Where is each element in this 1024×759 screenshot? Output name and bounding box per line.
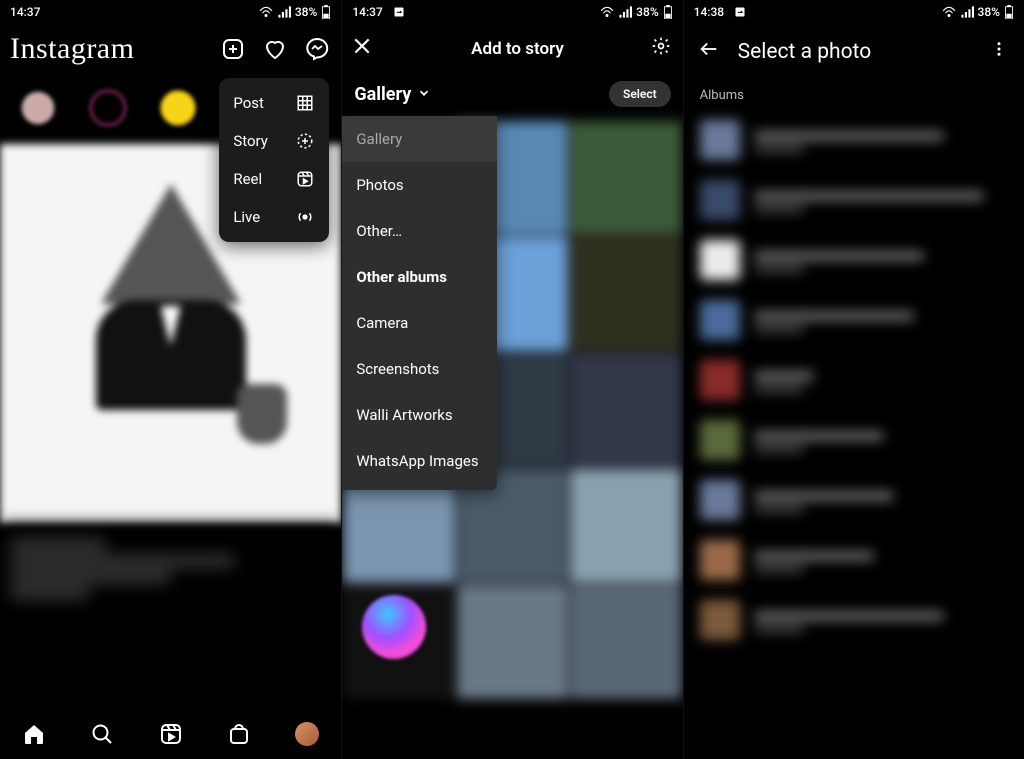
battery-icon	[663, 5, 673, 19]
album-row[interactable]	[684, 470, 1024, 530]
album-row[interactable]	[684, 290, 1024, 350]
gallery-label: Gallery	[354, 84, 411, 105]
screen-instagram-home: 14:37 38% Instagram	[0, 0, 341, 759]
nav-reels-icon[interactable]	[158, 721, 184, 747]
page-title: Select a photo	[738, 40, 990, 64]
battery-label: 38%	[295, 5, 317, 19]
gallery-dropdown-trigger[interactable]: Gallery	[354, 84, 431, 105]
album-item-photos[interactable]: Photos	[342, 162, 497, 208]
create-icon[interactable]	[219, 35, 247, 63]
screen-select-photo: 14:38 38% Select a photo Albums	[683, 0, 1024, 759]
album-row[interactable]	[684, 590, 1024, 650]
create-menu-reel[interactable]: Reel	[219, 160, 329, 198]
instagram-logo: Instagram	[10, 32, 134, 66]
page-title: Add to story	[394, 39, 640, 59]
album-dropdown: Gallery Photos Other… Other albums Camer…	[342, 116, 497, 490]
nav-profile-avatar[interactable]	[294, 721, 320, 747]
signal-icon	[960, 6, 974, 18]
new-story-icon	[295, 132, 315, 150]
screenshot-indicator-icon	[393, 6, 405, 18]
status-bar: 14:37 38%	[0, 0, 341, 24]
album-item-camera[interactable]: Camera	[342, 300, 497, 346]
battery-label: 38%	[978, 5, 1000, 19]
album-row[interactable]	[684, 170, 1024, 230]
album-row[interactable]	[684, 230, 1024, 290]
menu-label: Reel	[233, 170, 262, 188]
signal-icon	[277, 6, 291, 18]
battery-icon	[321, 5, 331, 19]
create-story-color-button[interactable]	[362, 595, 426, 659]
album-row[interactable]	[684, 530, 1024, 590]
nav-shop-icon[interactable]	[226, 721, 252, 747]
grid-icon	[295, 94, 315, 112]
instagram-header: Instagram	[0, 24, 341, 74]
albums-list[interactable]	[684, 110, 1024, 759]
menu-label: Live	[233, 208, 260, 226]
activity-icon[interactable]	[261, 35, 289, 63]
status-bar: 14:38 38%	[684, 0, 1024, 24]
status-time: 14:37	[352, 5, 382, 19]
album-item-walli[interactable]: Walli Artworks	[342, 392, 497, 438]
nav-search-icon[interactable]	[89, 721, 115, 747]
nav-home-icon[interactable]	[21, 721, 47, 747]
screen-add-to-story: 14:37 38% Add to story Gallery	[341, 0, 682, 759]
status-time: 14:38	[694, 5, 724, 19]
bottom-nav	[0, 709, 341, 759]
menu-label: Story	[233, 132, 268, 150]
albums-section-label: Albums	[684, 80, 1024, 113]
messenger-icon[interactable]	[303, 35, 331, 63]
reel-icon	[295, 170, 315, 188]
album-item-screenshots[interactable]: Screenshots	[342, 346, 497, 392]
album-row[interactable]	[684, 110, 1024, 170]
status-bar: 14:37 38%	[342, 0, 682, 24]
close-icon[interactable]	[352, 36, 374, 61]
album-item-other[interactable]: Other…	[342, 208, 497, 254]
avatar-icon	[295, 722, 319, 746]
select-photo-header: Select a photo	[684, 24, 1024, 80]
back-icon[interactable]	[698, 38, 720, 66]
create-menu-post[interactable]: Post	[219, 84, 329, 122]
album-item-whatsapp[interactable]: WhatsApp Images	[342, 438, 497, 484]
settings-icon[interactable]	[651, 36, 673, 61]
create-menu-story[interactable]: Story	[219, 122, 329, 160]
wifi-icon	[942, 6, 956, 18]
screenshot-indicator-icon	[734, 6, 746, 18]
wifi-icon	[600, 6, 614, 18]
battery-icon	[1004, 5, 1014, 19]
select-label: Select	[623, 87, 657, 101]
menu-label: Post	[233, 94, 264, 112]
create-menu: Post Story Reel Live	[219, 78, 329, 242]
more-icon[interactable]	[990, 40, 1010, 64]
create-menu-live[interactable]: Live	[219, 198, 329, 236]
album-row[interactable]	[684, 350, 1024, 410]
select-button[interactable]: Select	[609, 81, 671, 107]
wifi-icon	[259, 6, 273, 18]
add-to-story-header: Add to story	[342, 24, 682, 73]
album-item-gallery[interactable]: Gallery	[342, 116, 497, 162]
live-icon	[295, 208, 315, 226]
album-section-header: Other albums	[342, 254, 497, 300]
gallery-row: Gallery Select	[342, 73, 682, 115]
signal-icon	[618, 6, 632, 18]
chevron-down-icon	[417, 84, 431, 105]
album-row[interactable]	[684, 410, 1024, 470]
battery-label: 38%	[636, 5, 658, 19]
status-time: 14:37	[10, 5, 40, 19]
